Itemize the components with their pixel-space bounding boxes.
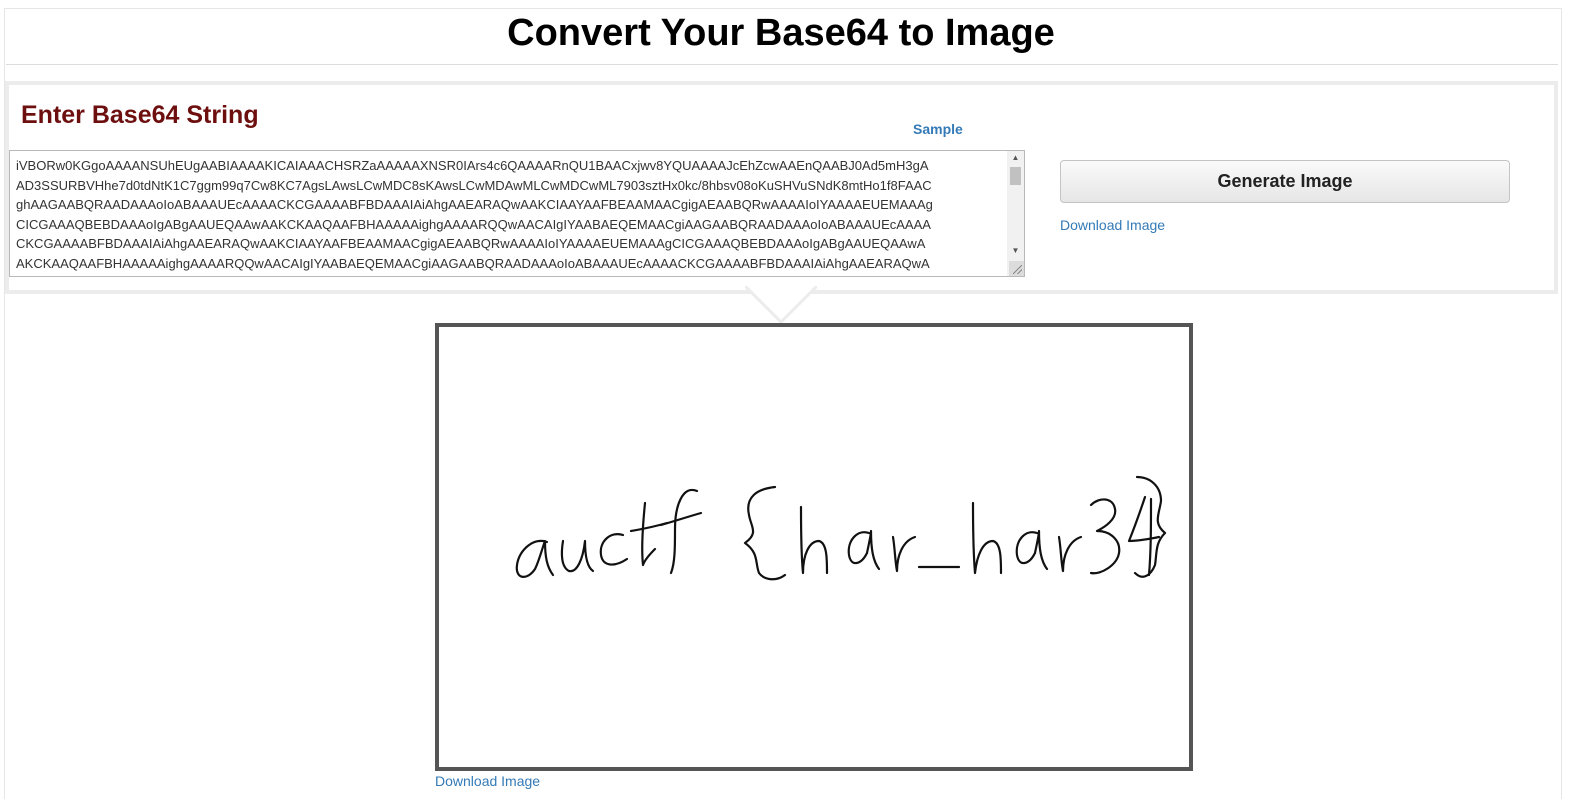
stroke-a3 [1015, 529, 1049, 571]
stroke-f-bar [659, 511, 703, 527]
textarea-line: iVBORw0KGgoAAAANSUhEUgAABIAAAAKICAIAAACH… [16, 158, 929, 173]
sample-link[interactable]: Sample [913, 121, 963, 137]
download-image-link-bottom[interactable]: Download Image [435, 773, 540, 789]
textarea-line: AD3SSURBVHhe7d0tdNtK1C7ggm99q7Cw8KC7AgsL… [16, 177, 932, 193]
generate-image-button[interactable]: Generate Image [1060, 160, 1510, 203]
stroke-t-stem [641, 501, 657, 567]
stroke-c [599, 533, 629, 566]
stroke-h2 [971, 501, 1003, 575]
scroll-up-arrow-icon[interactable]: ▲ [1007, 151, 1024, 165]
input-panel-heading: Enter Base64 String [21, 101, 259, 129]
stroke-r1 [891, 535, 917, 573]
stroke-u [560, 539, 595, 573]
stroke-r2 [1057, 535, 1083, 573]
stroke-brace-left [743, 485, 787, 581]
stroke-h1 [799, 505, 829, 575]
stroke-f-stem [669, 488, 699, 575]
scrollbar-thumb[interactable] [1010, 167, 1021, 185]
output-image [435, 323, 1193, 771]
textarea-line: CKCGAAAABFBDAAAIAiAhgAAEARAQwAAKCIAAYAAF… [16, 236, 926, 251]
textarea-line: CICGAAAQBEBDAAAoIgABgAAUEQAAwAAKCKAAQAAF… [16, 216, 931, 232]
resize-grip-icon[interactable] [1009, 261, 1024, 276]
stroke-a1 [515, 539, 555, 578]
stroke-a2 [847, 529, 881, 571]
title-divider [6, 64, 1558, 65]
page-title: Convert Your Base64 to Image [507, 12, 1055, 54]
base64-textarea[interactable]: iVBORw0KGgoAAAANSUhEUgAABIAAAAKICAIAAACH… [9, 150, 1025, 277]
handwritten-flag-image [515, 475, 1167, 581]
textarea-line: ghAAGAABQRAADAAAoIoABAAAUEcAAAACKCGAAAAB… [16, 197, 933, 212]
download-image-link-top[interactable]: Download Image [1060, 217, 1165, 233]
textarea-line: AKCKAAQAAFBHAAAAAighgAAAARQQwAACAIgIYAAB… [16, 255, 930, 271]
scroll-down-arrow-icon[interactable]: ▼ [1007, 244, 1024, 258]
callout-pointer-icon [745, 286, 817, 325]
textarea-scrollbar[interactable]: ▲ ▼ [1007, 151, 1024, 276]
stroke-3 [1089, 498, 1121, 575]
base64-textarea-content[interactable]: iVBORw0KGgoAAAANSUhEUgAABIAAAAKICAIAAACH… [16, 156, 1006, 273]
